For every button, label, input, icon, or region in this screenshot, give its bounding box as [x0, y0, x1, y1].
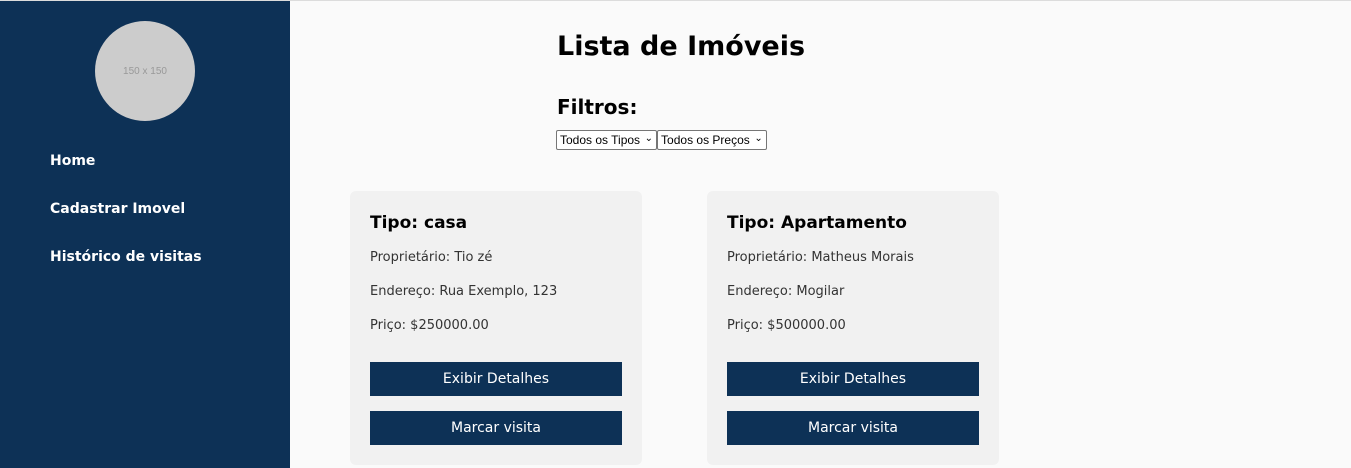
filters-heading: Filtros:: [557, 95, 638, 119]
property-price: Priço: $500000.00: [727, 318, 846, 333]
view-details-button[interactable]: Exibir Detalhes: [727, 362, 979, 396]
chevron-down-icon: ⌄: [644, 133, 654, 144]
view-details-button[interactable]: Exibir Detalhes: [370, 362, 622, 396]
chevron-down-icon: ⌄: [754, 133, 763, 144]
page: 150 x 150 Home Cadastrar Imovel Históric…: [0, 0, 1351, 468]
filters-bar: Todos os Tipos ⌄ Todos os Preços ⌄: [556, 130, 767, 150]
nav-cadastrar-imovel-link[interactable]: Cadastrar Imovel: [50, 200, 202, 248]
schedule-visit-button[interactable]: Marcar visita: [370, 411, 622, 445]
nav-historico-visitas-link[interactable]: Histórico de visitas: [50, 248, 202, 296]
main-content: Lista de Imóveis Filtros: Todos os Tipos…: [290, 1, 1351, 468]
nav-home-link[interactable]: Home: [50, 152, 202, 200]
property-address: Endereço: Rua Exemplo, 123: [370, 284, 558, 299]
type-filter-select[interactable]: Todos os Tipos ⌄: [556, 130, 658, 150]
property-card: Tipo: casa Proprietário: Tio zé Endereço…: [350, 191, 642, 465]
page-title: Lista de Imóveis: [557, 31, 806, 62]
property-owner: Proprietário: Matheus Morais: [727, 250, 914, 265]
property-address: Endereço: Mogilar: [727, 284, 845, 299]
property-owner: Proprietário: Tio zé: [370, 250, 493, 265]
property-card: Tipo: Apartamento Proprietário: Matheus …: [707, 191, 999, 465]
avatar-placeholder: 150 x 150: [95, 21, 195, 121]
price-filter-value: Todos os Preços: [661, 133, 750, 147]
property-price: Priço: $250000.00: [370, 318, 489, 333]
sidebar: 150 x 150 Home Cadastrar Imovel Históric…: [0, 1, 290, 468]
avatar-label: 150 x 150: [123, 65, 167, 77]
property-type: Tipo: Apartamento: [727, 213, 907, 233]
schedule-visit-button[interactable]: Marcar visita: [727, 411, 979, 445]
sidebar-nav: Home Cadastrar Imovel Histórico de visit…: [50, 152, 202, 296]
price-filter-select[interactable]: Todos os Preços ⌄: [657, 130, 767, 150]
property-type: Tipo: casa: [370, 213, 468, 233]
type-filter-value: Todos os Tipos: [560, 133, 641, 147]
